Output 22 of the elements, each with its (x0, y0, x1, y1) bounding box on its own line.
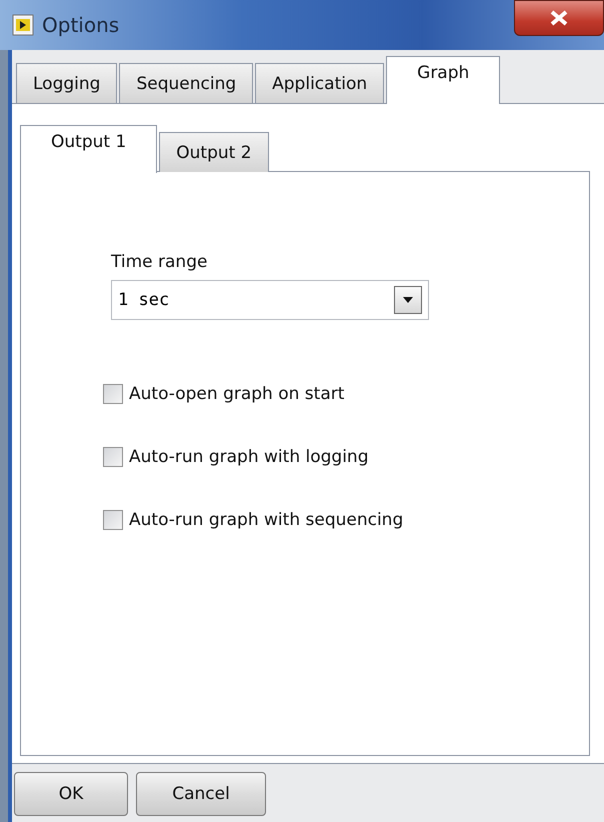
time-range-dropdown[interactable]: 1 sec (111, 280, 429, 320)
checkbox-label: Auto-run graph with logging (129, 447, 368, 467)
cancel-button[interactable]: Cancel (136, 772, 266, 816)
app-icon (12, 14, 34, 36)
dropdown-button[interactable] (394, 286, 422, 314)
tab[interactable]: Output 2 (159, 132, 269, 172)
field-label: Time range (111, 252, 208, 272)
checkbox[interactable] (103, 384, 123, 404)
close-icon (549, 10, 569, 26)
close-button[interactable] (514, 0, 604, 36)
tab[interactable]: Sequencing (119, 63, 254, 103)
caret-icon (403, 297, 413, 303)
window-title: Options (42, 13, 120, 37)
tab[interactable]: Logging (16, 63, 118, 103)
tab[interactable]: Graph (386, 56, 500, 104)
checkbox[interactable] (103, 510, 123, 530)
tab[interactable]: Output 1 (20, 125, 158, 173)
checkbox[interactable] (103, 447, 123, 467)
checkbox-label: Auto-run graph with sequencing (129, 510, 404, 530)
tab[interactable]: Application (255, 63, 384, 103)
checkbox-label: Auto-open graph on start (129, 384, 344, 404)
ok-button[interactable]: OK (14, 772, 128, 816)
